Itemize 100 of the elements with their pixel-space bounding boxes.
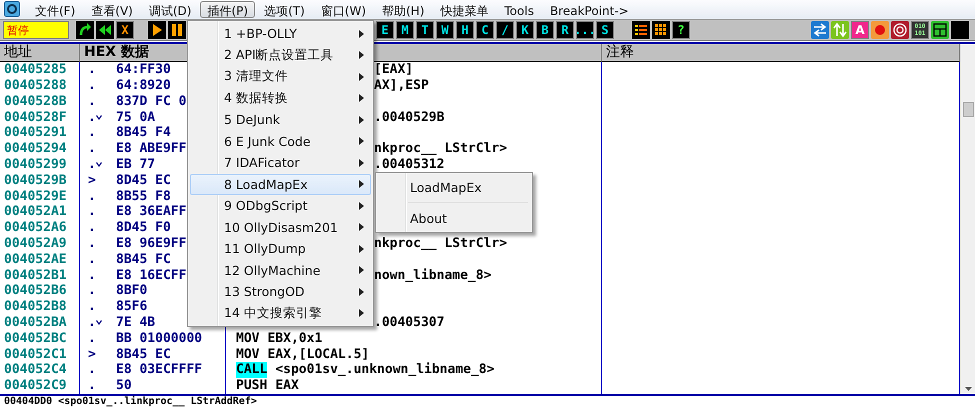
row-marker: . — [88, 299, 96, 316]
address-cell: 004052C1 — [0, 346, 80, 362]
address-cell: 004052B8 — [0, 299, 80, 316]
menu-item[interactable]: 快捷菜单 — [433, 0, 496, 18]
menu-entry[interactable]: 9 ODbgScript — [190, 195, 371, 216]
submenu-arrow-icon — [359, 180, 364, 188]
address-cell: 00405285 — [0, 62, 80, 78]
play-icon[interactable] — [148, 20, 166, 39]
menu-entry[interactable]: LoadMapEx — [378, 175, 530, 199]
address-cell: 0040529B — [0, 172, 80, 189]
scroll-thumb[interactable] — [962, 102, 974, 118]
menu-item[interactable]: 帮助(H) — [375, 0, 432, 18]
menu-item[interactable]: 选项(T) — [257, 0, 312, 18]
a-button[interactable]: A — [851, 20, 869, 39]
address-cell: 0040528F — [0, 110, 80, 126]
submenu-arrow-icon — [359, 244, 364, 253]
hex-cell: 8B45 EC — [116, 346, 171, 362]
window-button[interactable]: W — [436, 20, 454, 39]
menu-item[interactable]: 调试(D) — [142, 0, 198, 18]
hex-cell: E8 16ECFF — [116, 268, 186, 284]
menu-entry[interactable]: 13 StrongOD — [190, 281, 371, 302]
address-cell: 00405294 — [0, 141, 80, 158]
row-marker: . — [88, 78, 96, 94]
row-marker: > — [88, 346, 96, 362]
submenu-arrow-icon — [359, 309, 364, 318]
window-button[interactable]: S — [596, 20, 614, 39]
window-button[interactable]: E — [376, 20, 394, 39]
row-marker: . — [88, 220, 96, 236]
swap-arrows-icon[interactable] — [811, 20, 829, 39]
hex-cell: 7E 4B — [116, 315, 156, 331]
hex-cell: 8D45 F0 — [116, 220, 171, 236]
window-button[interactable]: H — [456, 20, 474, 39]
submenu-arrow-icon — [359, 94, 364, 102]
list-icon[interactable] — [632, 20, 650, 39]
help-button[interactable]: ? — [672, 20, 690, 39]
hex-cell: 8D45 EC — [116, 172, 171, 189]
menu-item[interactable]: BreakPoint-> — [542, 0, 636, 18]
menu-item[interactable]: 文件(F) — [28, 0, 82, 18]
branch-mark-icon — [96, 115, 102, 120]
window-button[interactable]: C — [476, 20, 494, 39]
address-cell: 004052A1 — [0, 204, 80, 220]
hex-cell: 8B45 F4 — [116, 125, 171, 142]
row-marker: . — [88, 94, 96, 110]
branch-mark-icon — [96, 162, 102, 168]
window-button[interactable]: / — [496, 20, 514, 39]
menu-item[interactable]: 查看(V) — [84, 0, 140, 18]
address-cell: 00405288 — [0, 78, 80, 94]
target-icon[interactable] — [891, 20, 909, 39]
menu-entry[interactable]: 8 LoadMapEx — [190, 174, 371, 195]
column-header[interactable]: 地址 — [0, 44, 80, 62]
hex-cell: E8 03ECFFFF — [116, 362, 202, 378]
window-layout-icon[interactable] — [931, 20, 949, 39]
menu-entry[interactable]: 1 +BP-OLLY — [190, 23, 371, 44]
hex-cell: BB 01000000 — [116, 330, 202, 347]
submenu-arrow-icon — [359, 51, 364, 60]
row-marker: . — [88, 125, 96, 142]
window-button[interactable]: K — [516, 20, 534, 39]
row-marker: . — [88, 362, 96, 378]
rewind-icon[interactable] — [96, 20, 114, 39]
hex-cell: 64:FF30 — [116, 62, 171, 78]
address-cell: 004052A6 — [0, 220, 80, 236]
submenu-arrow-icon — [359, 116, 364, 124]
address-cell: 004052B6 — [0, 283, 80, 300]
row-marker: . — [88, 283, 96, 300]
window-button[interactable]: M — [396, 20, 414, 39]
row-marker: . — [88, 236, 96, 252]
window-button[interactable]: R — [556, 20, 574, 39]
column-header[interactable]: 注释 — [602, 44, 960, 62]
row-marker: . — [88, 378, 96, 394]
submenu-arrow-icon — [359, 158, 364, 167]
pause-icon[interactable] — [168, 20, 186, 39]
hex-cell: 8B55 F8 — [116, 188, 171, 204]
scroll-down-icon[interactable] — [964, 387, 972, 391]
row-marker: . — [88, 268, 96, 284]
menu-entry[interactable]: About — [378, 206, 530, 230]
scrollbar[interactable] — [960, 44, 975, 394]
toolbar-square-icon[interactable] — [951, 20, 969, 39]
status-label: 暂停 — [3, 20, 69, 39]
branch-mark-icon — [96, 320, 102, 326]
submenu-arrow-icon — [359, 266, 364, 274]
hex-cell: 85F6 — [116, 299, 148, 316]
menu-entry[interactable]: 10 OllyDisasm201 — [190, 216, 371, 238]
grid-icon[interactable] — [652, 20, 670, 39]
window-button[interactable]: T — [416, 20, 434, 39]
hex-cell: E8 96E9FF — [116, 236, 186, 252]
submenu-arrow-icon — [359, 137, 364, 146]
menu-item[interactable]: 窗口(W) — [314, 0, 373, 18]
window-button[interactable]: B — [536, 20, 554, 39]
app-icon — [4, 1, 20, 18]
submenu-arrow-icon — [359, 202, 364, 210]
address-cell: 004052BA — [0, 315, 80, 331]
menu-item[interactable]: Tools — [497, 0, 541, 18]
submenu-arrow-icon — [359, 30, 364, 38]
address-cell: 004052B1 — [0, 268, 80, 284]
window-button[interactable]: ... — [576, 20, 594, 39]
row-marker: . — [88, 252, 96, 268]
row-marker: . — [88, 188, 96, 204]
close-button[interactable]: X — [116, 20, 134, 39]
menu-item[interactable]: 插件(P) — [200, 0, 256, 18]
hex-cell: 8B45 FC — [116, 252, 171, 268]
